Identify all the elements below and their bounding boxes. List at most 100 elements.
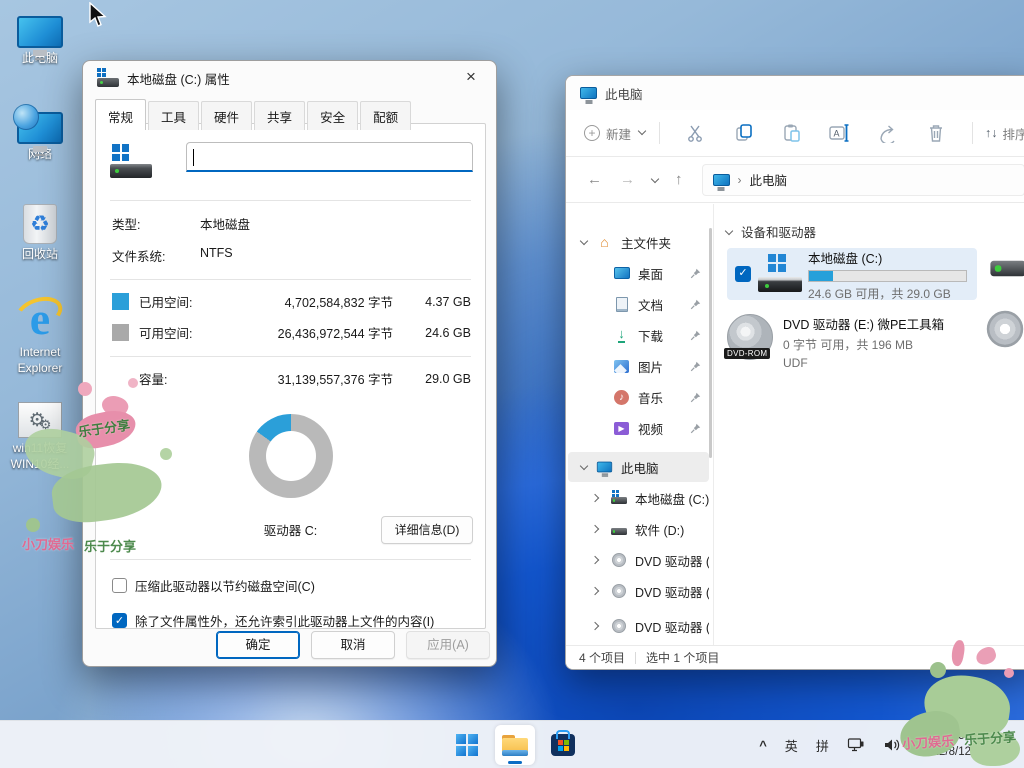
delete-icon[interactable]: [922, 123, 950, 143]
close-icon[interactable]: ×: [456, 66, 486, 90]
partial-drive-item[interactable]: [1000, 256, 1016, 274]
paste-icon[interactable]: [778, 123, 806, 143]
section-header-devices[interactable]: 设备和驱动器: [724, 222, 1024, 241]
chevron-down-icon[interactable]: [579, 462, 589, 472]
this-pc-icon: [580, 87, 597, 99]
chevron-right-icon[interactable]: [590, 524, 600, 534]
desktop-icon-this-pc[interactable]: 此电脑: [4, 16, 76, 67]
dialog-title-bar[interactable]: 本地磁盘 (C:) 属性 ×: [83, 61, 496, 95]
show-hidden-icons-chevron[interactable]: ^: [752, 738, 774, 753]
this-pc-icon: [597, 462, 612, 473]
this-pc-icon: [713, 174, 730, 186]
sidebar-item-dvd-f2[interactable]: DVD 驱动器 (F:): [568, 611, 709, 641]
tab-quota[interactable]: 配额: [360, 101, 411, 130]
sidebar-item-label: 本地磁盘 (C:): [635, 489, 709, 508]
system-drive-icon: [758, 254, 802, 294]
pin-icon: [690, 299, 701, 310]
explorer-title-bar[interactable]: 此电脑: [566, 76, 1024, 110]
downloads-icon: ↓: [618, 327, 625, 343]
drive-item-local-disk-c[interactable]: ✓ 本地磁盘 (C:) 24.6 GB 可用，共 29.0 GB: [727, 248, 977, 300]
address-bar[interactable]: › 此电脑: [702, 164, 1024, 196]
sidebar-item-label: 此电脑: [621, 458, 709, 477]
chevron-right-icon[interactable]: [590, 493, 600, 503]
volume-icon[interactable]: [876, 737, 908, 753]
sidebar-item-pictures[interactable]: 图片: [568, 351, 709, 381]
input-method-pinyin[interactable]: 拼: [809, 736, 836, 755]
compress-checkbox-row[interactable]: 压缩此驱动器以节约磁盘空间(C): [108, 560, 485, 595]
copy-icon[interactable]: [730, 123, 758, 143]
sort-button[interactable]: ↑↓ 排序: [985, 124, 1024, 143]
tab-general[interactable]: 常规: [95, 99, 146, 130]
used-space-label: 已用空间:: [139, 292, 243, 311]
sidebar-item-music[interactable]: ♪ 音乐: [568, 382, 709, 412]
rename-icon[interactable]: A: [826, 123, 854, 143]
chevron-right-icon[interactable]: [590, 586, 600, 596]
item-checkbox[interactable]: ✓: [735, 266, 751, 282]
compress-checkbox[interactable]: [112, 578, 127, 593]
system-drive-icon: [110, 144, 152, 178]
cut-icon[interactable]: [682, 123, 710, 143]
chevron-down-icon[interactable]: [579, 237, 589, 247]
desktop-icon-recycle-bin[interactable]: ♻ 回收站: [4, 204, 76, 263]
apply-button[interactable]: 应用(A): [406, 631, 490, 659]
tab-sharing[interactable]: 共享: [254, 101, 305, 130]
desktop-icon-internet-explorer[interactable]: e Internet Explorer: [4, 296, 76, 376]
sidebar-item-this-pc[interactable]: 此电脑: [568, 452, 709, 482]
command-bar: + 新建 A ↑↓ 排序: [566, 110, 1024, 157]
sidebar-item-videos[interactable]: ▶ 视频: [568, 413, 709, 443]
disk-properties-dialog: 本地磁盘 (C:) 属性 × 常规 工具 硬件 共享 安全 配额 类型:本地磁盘…: [82, 60, 497, 667]
drive-free-space: 0 字节 可用，共 196 MB: [783, 336, 944, 353]
new-label: 新建: [606, 124, 631, 143]
details-button[interactable]: 详细信息(D): [381, 516, 473, 544]
forward-icon[interactable]: →: [620, 171, 635, 188]
volume-label-input[interactable]: [186, 142, 473, 172]
chevron-right-icon[interactable]: [590, 555, 600, 565]
taskbar-microsoft-store[interactable]: [543, 725, 583, 765]
partial-dvd-item[interactable]: [998, 322, 1012, 341]
cancel-button[interactable]: 取消: [311, 631, 395, 659]
desktop-icon-win11-restore[interactable]: ⚙⚙ win11恢复 WIN10经...: [4, 402, 76, 472]
sidebar-item-home[interactable]: ⌂ 主文件夹: [568, 227, 709, 257]
start-button[interactable]: [447, 725, 487, 765]
sidebar-item-drive-d[interactable]: 软件 (D:): [568, 514, 709, 544]
used-space-legend-swatch: [112, 293, 129, 310]
recent-locations-chevron-icon[interactable]: [650, 175, 660, 185]
breadcrumb[interactable]: 此电脑: [750, 170, 788, 189]
notification-bell-icon[interactable]: z: [983, 736, 1016, 754]
sidebar-item-label: 文档: [638, 295, 690, 314]
sort-arrows-icon: ↑↓: [985, 126, 998, 140]
index-checkbox[interactable]: ✓: [112, 613, 127, 628]
tab-tools[interactable]: 工具: [148, 101, 199, 130]
chevron-right-icon[interactable]: [590, 621, 600, 631]
input-language-english[interactable]: 英: [778, 736, 805, 755]
free-space-label: 可用空间:: [139, 323, 243, 342]
taskbar-clock[interactable]: 14:55 2022/8/12: [912, 729, 979, 760]
desktop-icon-label: win11恢复 WIN10经...: [4, 441, 76, 472]
sidebar-item-documents[interactable]: 文档: [568, 289, 709, 319]
pin-icon: [690, 392, 701, 403]
ok-button[interactable]: 确定: [216, 631, 300, 659]
back-icon[interactable]: ←: [587, 171, 602, 188]
desktop-icon-network[interactable]: 网络: [4, 112, 76, 163]
filesystem-value: NTFS: [200, 246, 233, 265]
index-checkbox-row[interactable]: ✓ 除了文件属性外，还允许索引此驱动器上文件的内容(I): [108, 595, 485, 630]
up-icon[interactable]: ↑: [675, 171, 683, 188]
sidebar-item-local-disk-c[interactable]: 本地磁盘 (C:): [568, 483, 709, 513]
pin-icon: [690, 423, 701, 434]
drive-item-dvd-e[interactable]: DVD-ROM DVD 驱动器 (E:) 微PE工具箱 0 字节 可用，共 19…: [727, 312, 977, 370]
sidebar-item-dvd-f[interactable]: DVD 驱动器 (F:): [568, 576, 709, 606]
tab-security[interactable]: 安全: [307, 101, 358, 130]
capacity-size: 29.0 GB: [393, 372, 471, 386]
taskbar-file-explorer[interactable]: [495, 725, 535, 765]
sidebar-item-dvd-e[interactable]: DVD 驱动器 (E:): [568, 545, 709, 575]
network-icon[interactable]: [840, 737, 872, 753]
new-button[interactable]: + 新建: [584, 124, 647, 143]
sidebar-item-downloads[interactable]: ↓ 下载: [568, 320, 709, 350]
share-icon[interactable]: [874, 123, 902, 143]
tab-hardware[interactable]: 硬件: [201, 101, 252, 130]
sidebar-item-desktop[interactable]: 桌面: [568, 258, 709, 288]
music-icon: ♪: [614, 390, 629, 405]
sort-label: 排序: [1003, 124, 1024, 143]
used-space-size: 4.37 GB: [393, 295, 471, 309]
sidebar-scrollbar[interactable]: [709, 228, 712, 458]
